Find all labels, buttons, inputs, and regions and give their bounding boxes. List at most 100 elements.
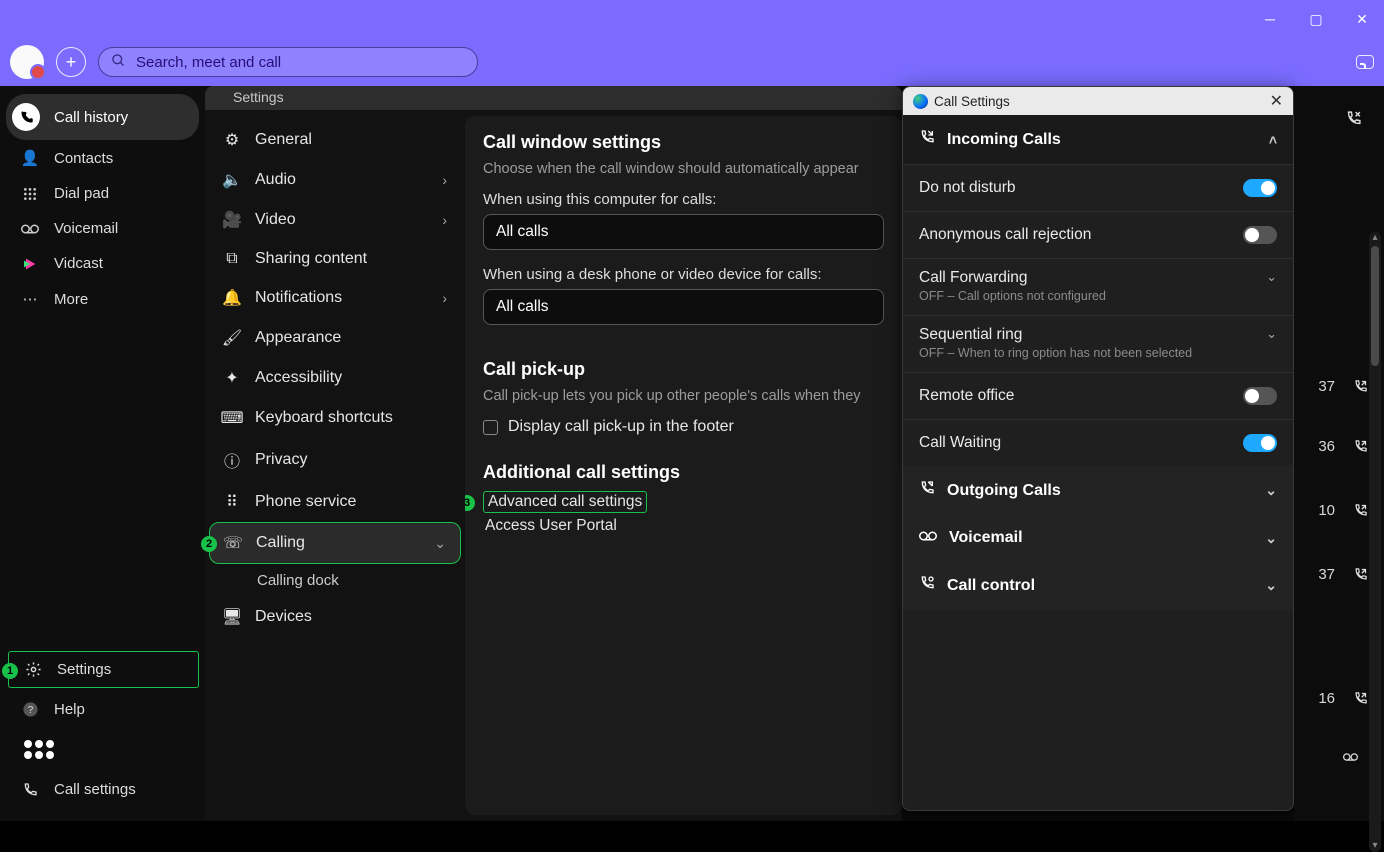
row-sublabel: OFF – When to ring option has not been s… (919, 346, 1277, 360)
minimize-button[interactable]: ─ (1256, 8, 1284, 30)
contacts-icon: 👤 (20, 149, 40, 167)
list-item[interactable]: 36 (1318, 438, 1368, 455)
step-badge-1: 1 (2, 663, 18, 679)
row-call-forwarding[interactable]: Call Forwarding⌄ OFF – Call options not … (903, 258, 1293, 315)
toggle-remote-office[interactable] (1243, 387, 1277, 405)
scrollbar[interactable]: ▴ ▾ (1369, 232, 1381, 852)
link-advanced-call-settings[interactable]: Advanced call settings (483, 491, 647, 513)
pickup-checkbox[interactable] (483, 420, 498, 435)
row-label: Remote office (919, 387, 1014, 405)
scroll-down-icon[interactable]: ▾ (1369, 840, 1381, 852)
nav-vidcast[interactable]: Vidcast (6, 246, 199, 281)
phone-icon: ☏ (224, 533, 242, 553)
nav-more[interactable]: ⋯ More (6, 281, 199, 317)
section-voicemail[interactable]: Voicemail ⌄ (903, 515, 1293, 561)
list-item[interactable]: 37 (1318, 378, 1368, 395)
avatar[interactable] (10, 45, 44, 79)
close-window-button[interactable]: ✕ (1348, 8, 1376, 30)
section-label: Call control (947, 577, 1035, 595)
cat-general[interactable]: ⚙General (209, 120, 461, 160)
accessibility-icon: ✦ (223, 368, 241, 388)
list-item[interactable]: 37 (1318, 566, 1368, 583)
cat-keyboard[interactable]: ⌨Keyboard shortcuts (209, 398, 461, 438)
list-item[interactable]: 10 (1318, 502, 1368, 519)
nav-call-settings[interactable]: Call settings (6, 772, 199, 807)
nav-label: Settings (57, 661, 111, 678)
cat-audio[interactable]: 🔈Audio› (209, 160, 461, 200)
item-number: 10 (1318, 502, 1335, 519)
phone-icon (12, 103, 40, 131)
nav-call-history[interactable]: Call history (6, 94, 199, 140)
incoming-icon (919, 129, 935, 150)
dialpad-icon: ⠿ (223, 492, 241, 512)
cat-calling-dock[interactable]: Calling dock (209, 564, 461, 597)
cat-accessibility[interactable]: ✦ Accessibility (209, 358, 461, 398)
cat-privacy[interactable]: ⓘPrivacy (209, 438, 461, 482)
pickup-desc: Call pick-up lets you pick up other peop… (483, 388, 884, 404)
cat-label: Accessibility (255, 369, 342, 387)
cat-phone-service[interactable]: ⠿Phone service (209, 482, 461, 522)
nav-contacts[interactable]: 👤 Contacts (6, 140, 199, 176)
item-number: 37 (1318, 378, 1335, 395)
titlebar: ─ ▢ ✕ + Search, meet and call (0, 0, 1384, 86)
camera-icon: 🎥 (223, 210, 241, 230)
section-incoming-calls[interactable]: Incoming Calls ˄ (903, 115, 1293, 164)
nav-voicemail[interactable]: Voicemail (6, 211, 199, 246)
speaker-icon: 🔈 (223, 170, 241, 190)
cat-devices[interactable]: 🖥Devices (209, 597, 461, 637)
missed-call-icon[interactable] (1345, 110, 1362, 132)
new-action-button[interactable]: + (56, 47, 86, 77)
section-label: Incoming Calls (947, 131, 1061, 149)
row-anon-reject: Anonymous call rejection (903, 211, 1293, 258)
settings-detail: Call window settings Choose when the cal… (465, 116, 902, 815)
select-computer-calls[interactable]: All calls (483, 214, 884, 250)
left-nav: Call history 👤 Contacts Dial pad Voicema… (0, 86, 205, 821)
toggle-anon-reject[interactable] (1243, 226, 1277, 244)
link-access-user-portal[interactable]: Access User Portal (483, 513, 884, 539)
cast-icon[interactable] (1356, 55, 1374, 69)
pickup-checkbox-label: Display call pick-up in the footer (508, 418, 734, 436)
list-item[interactable]: 16 (1318, 690, 1368, 707)
nav-help[interactable]: ? Help (6, 692, 199, 727)
additional-heading: Additional call settings (483, 462, 884, 483)
label-desk-calls: When using a desk phone or video device … (483, 266, 884, 283)
dialpad-icon (20, 186, 40, 202)
label-computer-calls: When using this computer for calls: (483, 191, 884, 208)
maximize-button[interactable]: ▢ (1302, 8, 1330, 30)
nav-app-grid[interactable] (6, 731, 199, 768)
cat-label: Video (255, 211, 296, 229)
item-number: 16 (1318, 690, 1335, 707)
cat-calling[interactable]: ☏Calling⌄ (209, 522, 461, 564)
select-desk-calls[interactable]: All calls (483, 289, 884, 325)
row-sequential-ring[interactable]: Sequential ring⌄ OFF – When to ring opti… (903, 315, 1293, 372)
cat-video[interactable]: 🎥Video› (209, 200, 461, 240)
cat-sharing[interactable]: ⧉Sharing content (209, 240, 461, 278)
cat-notifications[interactable]: 🔔Notifications› (209, 278, 461, 318)
scroll-thumb[interactable] (1371, 246, 1379, 366)
row-sublabel: OFF – Call options not configured (919, 289, 1277, 303)
toggle-dnd[interactable] (1243, 179, 1277, 197)
nav-settings[interactable]: Settings (8, 651, 199, 688)
cat-appearance[interactable]: 🖌Appearance (209, 318, 461, 358)
scroll-up-icon[interactable]: ▴ (1369, 232, 1381, 244)
nav-label: Dial pad (54, 185, 109, 202)
call-control-icon (919, 575, 935, 596)
popup-close-button[interactable]: ✕ (1270, 91, 1283, 111)
nav-label: More (54, 291, 88, 308)
section-call-control[interactable]: Call control ⌄ (903, 561, 1293, 610)
popup-titlebar[interactable]: Call Settings ✕ (903, 87, 1293, 115)
outgoing-call-icon (1353, 379, 1368, 394)
nav-dial-pad[interactable]: Dial pad (6, 176, 199, 211)
nav-label: Help (54, 701, 85, 718)
voicemail-icon (919, 529, 937, 547)
bell-icon: 🔔 (223, 288, 241, 308)
row-label: Do not disturb (919, 179, 1016, 197)
outgoing-call-icon (1353, 503, 1368, 518)
search-input[interactable]: Search, meet and call (98, 47, 478, 77)
toggle-call-waiting[interactable] (1243, 434, 1277, 452)
privacy-icon: ⓘ (223, 448, 241, 472)
list-item-partial[interactable] (1343, 752, 1358, 767)
section-outgoing-calls[interactable]: Outgoing Calls ⌄ (903, 466, 1293, 515)
settings-window-tab[interactable]: Settings (205, 86, 902, 110)
search-icon (111, 53, 126, 72)
